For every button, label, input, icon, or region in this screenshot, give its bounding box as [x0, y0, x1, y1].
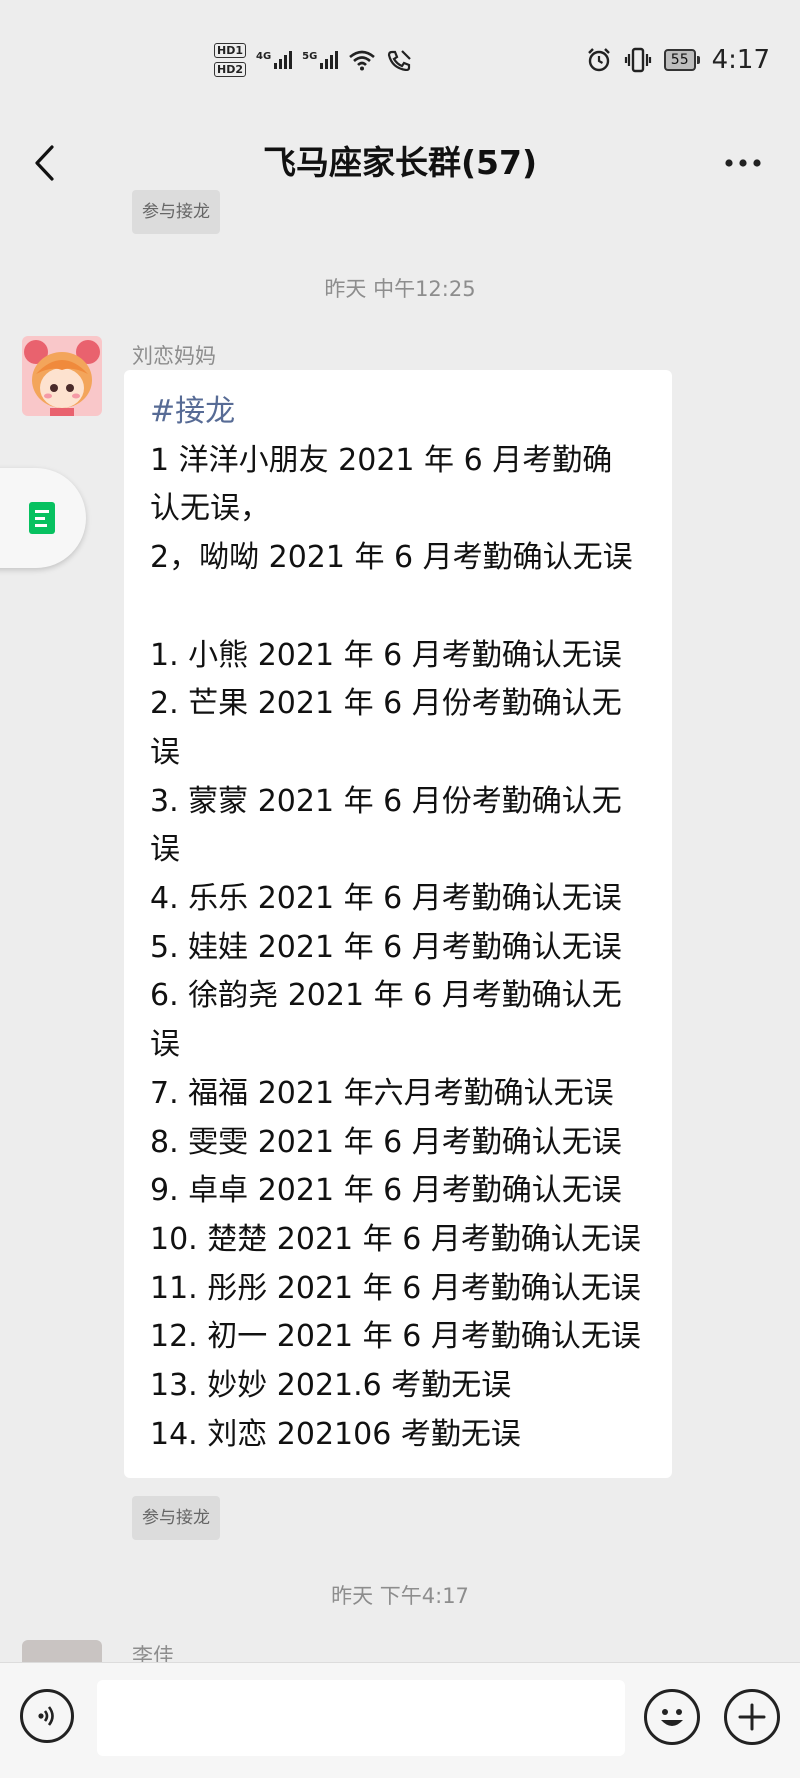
- voice-input-button[interactable]: [20, 1689, 74, 1743]
- floating-doc-button[interactable]: [0, 468, 86, 568]
- more-dots-icon: [725, 159, 761, 167]
- vibrate-icon: [624, 47, 651, 73]
- plus-icon: [738, 1703, 766, 1731]
- message-line-blank: [150, 583, 660, 632]
- message-line: 10. 楚楚 2021 年 6 月考勤确认无误: [150, 1221, 641, 1257]
- message-line: 3. 蒙蒙 2021 年 6 月份考勤确认无: [150, 783, 622, 819]
- message-line: 误: [150, 734, 180, 770]
- sender-name: 刘恋妈妈: [132, 344, 216, 368]
- message-line: 2. 芒果 2021 年 6 月份考勤确认无: [150, 686, 622, 722]
- status-left-icons: HD1 HD2 4G 5G: [214, 38, 412, 82]
- battery-icon: 55: [663, 49, 700, 71]
- status-bar: HD1 HD2 4G 5G 55 4:17: [0, 0, 800, 118]
- message-line: 14. 刘恋 202106 考勤无误: [150, 1416, 521, 1452]
- hd2-icon: HD2: [214, 62, 246, 77]
- relay-tag-link[interactable]: #接龙: [150, 388, 660, 437]
- wifi-icon: [349, 50, 376, 71]
- message-line: 认无误，: [150, 491, 270, 527]
- message-text: #接龙 1 洋洋小朋友 2021 年 6 月考勤确 认无误， 2，呦呦 2021…: [150, 388, 660, 1459]
- voice-icon: [38, 1706, 54, 1726]
- message-line: 1 洋洋小朋友 2021 年 6 月考勤确: [150, 442, 613, 478]
- message-line: 4. 乐乐 2021 年 6 月考勤确认无误: [150, 881, 622, 917]
- message-bubble[interactable]: #接龙 1 洋洋小朋友 2021 年 6 月考勤确 认无误， 2，呦呦 2021…: [124, 370, 672, 1478]
- join-relay-button-top[interactable]: 参与接龙: [132, 190, 220, 234]
- message-line: 12. 初一 2021 年 6 月考勤确认无误: [150, 1319, 641, 1355]
- status-right-icons: 55 4:17: [586, 40, 770, 80]
- emoji-button[interactable]: [644, 1689, 700, 1745]
- timestamp: 昨天 中午12:25: [324, 277, 476, 301]
- chat-header: 飞马座家长群(57): [0, 118, 800, 208]
- message-line: 5. 娃娃 2021 年 6 月考勤确认无误: [150, 929, 622, 965]
- signal-4g-icon: 4G: [256, 51, 293, 69]
- timestamp: 昨天 下午4:17: [331, 1584, 469, 1608]
- avatar-image: [22, 336, 102, 416]
- message-line: 1. 小熊 2021 年 6 月考勤确认无误: [150, 637, 622, 673]
- smile-icon: [661, 1709, 683, 1726]
- message-line: 误: [150, 1027, 180, 1063]
- back-button[interactable]: [22, 138, 66, 188]
- hd-indicators: HD1 HD2: [214, 43, 246, 77]
- input-bar: [0, 1662, 800, 1778]
- message-input[interactable]: [97, 1680, 625, 1756]
- avatar[interactable]: [22, 336, 102, 416]
- status-time: 4:17: [711, 45, 770, 75]
- chat-title: 飞马座家长群(57): [262, 143, 538, 182]
- message-line: 9. 卓卓 2021 年 6 月考勤确认无误: [150, 1173, 622, 1209]
- message-line: 7. 福福 2021 年六月考勤确认无误: [150, 1075, 614, 1111]
- message-line: 13. 妙妙 2021.6 考勤无误: [150, 1368, 512, 1404]
- call-muted-icon: [388, 50, 412, 71]
- more-options-button[interactable]: [718, 138, 768, 188]
- message-line: 11. 彤彤 2021 年 6 月考勤确认无误: [150, 1270, 641, 1306]
- document-icon: [29, 502, 55, 534]
- message-line: 2，呦呦 2021 年 6 月考勤确认无误: [150, 540, 633, 576]
- message-line: 8. 雯雯 2021 年 6 月考勤确认无误: [150, 1124, 622, 1160]
- message-line: 误: [150, 832, 180, 868]
- message-line: 6. 徐韵尧 2021 年 6 月考勤确认无: [150, 978, 622, 1014]
- signal-5g-icon: 5G: [302, 51, 339, 69]
- chevron-left-icon: [35, 145, 54, 181]
- join-relay-button-bottom[interactable]: 参与接龙: [132, 1496, 220, 1540]
- hd1-icon: HD1: [214, 43, 246, 58]
- alarm-icon: [587, 48, 610, 72]
- more-functions-button[interactable]: [724, 1689, 780, 1745]
